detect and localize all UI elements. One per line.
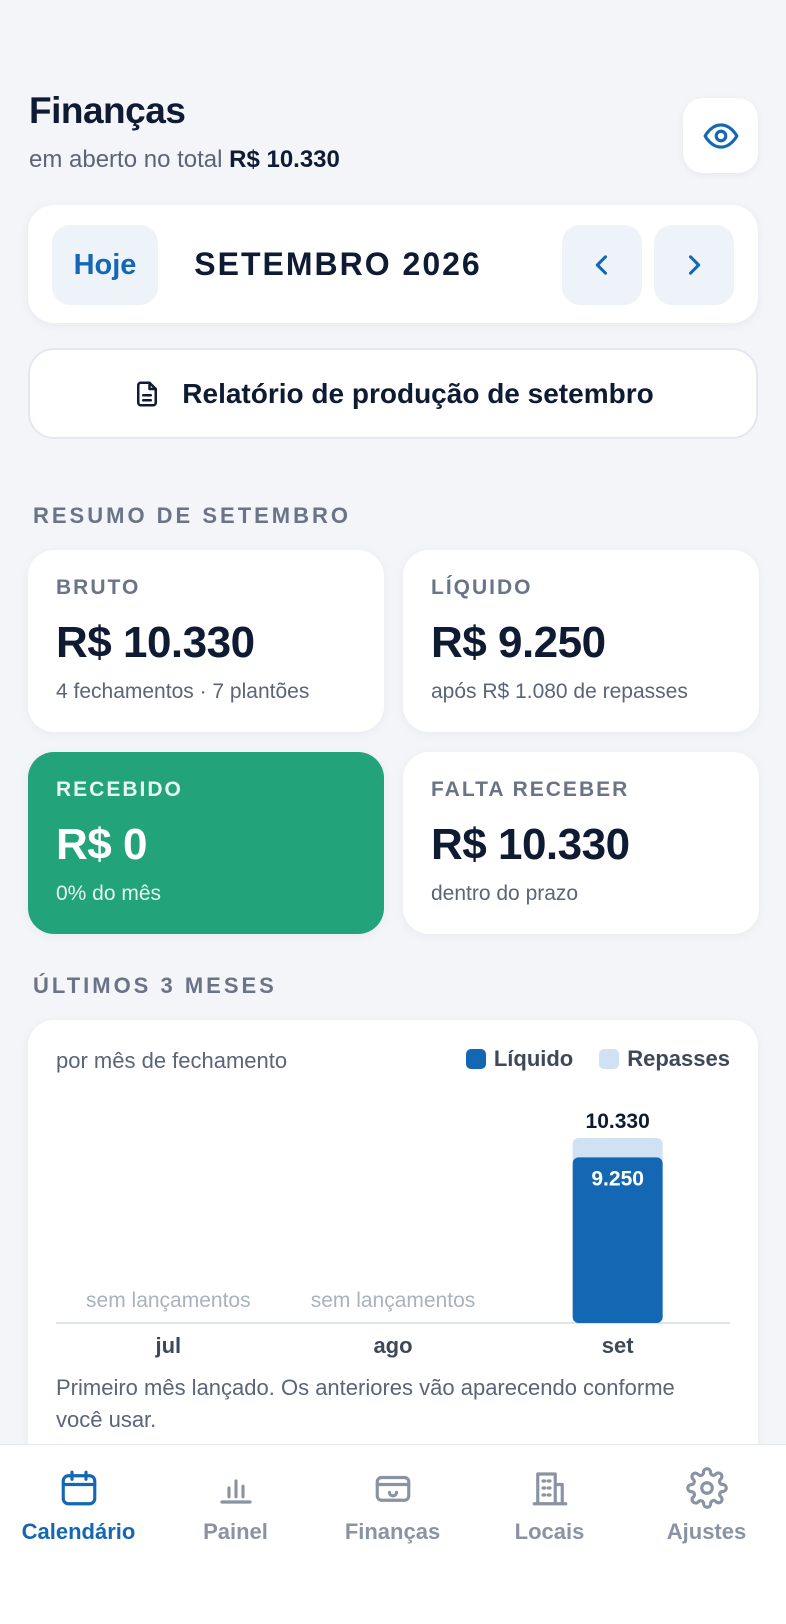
gross-value: R$ 10.330 — [56, 618, 255, 667]
pending-sub: dentro do prazo — [431, 882, 579, 905]
gear-icon — [685, 1467, 728, 1509]
gross-label: BRUTO — [56, 576, 141, 599]
chevron-left-icon — [595, 255, 608, 275]
tab-calendar-label: Calendário — [21, 1519, 136, 1544]
net-value: R$ 9.250 — [431, 618, 606, 667]
history-section-title: ÚLTIMOS 3 MESES — [33, 973, 277, 998]
wallet-icon — [375, 1475, 410, 1502]
chevron-right-icon — [688, 255, 701, 275]
bar-value-label: 9.250 — [591, 1167, 644, 1190]
pending-label: FALTA RECEBER — [431, 778, 630, 801]
tab-dashboard-label: Painel — [203, 1519, 268, 1544]
chart-caption: por mês de fechamento — [56, 1048, 288, 1073]
eye-icon — [703, 122, 738, 149]
legend-swatch-transfers — [599, 1049, 620, 1069]
x-tick-label: jul — [154, 1333, 181, 1358]
next-month-button[interactable] — [654, 225, 734, 305]
tab-finances-label: Finanças — [344, 1519, 441, 1544]
net-sub: após R$ 1.080 de repasses — [431, 680, 688, 703]
legend-label-net: Líquido — [493, 1046, 574, 1071]
empty-month-label: sem lançamentos — [86, 1289, 251, 1312]
tab-dashboard[interactable]: Painel — [157, 1467, 314, 1545]
tab-calendar[interactable]: Calendário — [0, 1467, 157, 1545]
tab-settings[interactable]: Ajustes — [628, 1467, 785, 1545]
legend-label-transfers: Repasses — [627, 1046, 730, 1071]
net-label: LÍQUIDO — [431, 576, 533, 599]
open-total-value: R$ 10.330 — [229, 146, 340, 173]
tab-finances[interactable]: Finanças — [314, 1467, 471, 1545]
received-label: RECEBIDO — [56, 778, 183, 801]
tab-settings-label: Ajustes — [666, 1519, 747, 1544]
summary-section-title: RESUMO DE SETEMBRO — [33, 503, 352, 528]
chart-note: Primeiro mês lançado. Os anteriores vão … — [56, 1375, 675, 1432]
production-report-label: Relatório de produção de setembro — [182, 377, 654, 409]
document-icon — [137, 381, 158, 406]
net-card[interactable]: LÍQUIDO R$ 9.250 após R$ 1.080 de repass… — [403, 550, 759, 732]
production-report-button[interactable]: Relatório de produção de setembro — [28, 348, 758, 439]
pending-card[interactable]: FALTA RECEBER R$ 10.330 dentro do prazo — [403, 752, 759, 934]
legend-item-transfers: Repasses — [599, 1046, 730, 1072]
empty-month-label: sem lançamentos — [311, 1289, 476, 1312]
received-sub: 0% do mês — [56, 882, 162, 905]
page-header: Finanças em aberto no total R$ 10.330 — [29, 90, 340, 174]
tab-places[interactable]: Locais — [471, 1467, 628, 1545]
gross-sub: 4 fechamentos · 7 plantões — [56, 680, 310, 703]
chart-legend: Líquido Repasses — [465, 1046, 730, 1072]
open-total-summary: em aberto no total R$ 10.330 — [29, 146, 340, 174]
bar-total-label: 10.330 — [586, 1110, 650, 1133]
tab-places-label: Locais — [514, 1519, 585, 1544]
gross-card[interactable]: BRUTO R$ 10.330 4 fechamentos · 7 plantõ… — [28, 550, 384, 732]
pending-value: R$ 10.330 — [431, 820, 630, 869]
building-icon — [532, 1472, 567, 1506]
current-month: SETEMBRO 2026 — [194, 245, 482, 282]
history-chart-card: jul sem lançamentos ago sem lançamentos set 9… — [28, 1020, 758, 1450]
today-button[interactable]: Hoje — [52, 225, 158, 305]
x-tick-label: ago — [373, 1333, 412, 1358]
open-total-prefix: em aberto no total — [29, 146, 223, 173]
calendar-icon — [61, 1470, 96, 1506]
bar-chart-icon — [219, 1479, 252, 1504]
legend-swatch-net — [465, 1049, 486, 1069]
x-tick-label: set — [602, 1333, 634, 1358]
received-value: R$ 0 — [56, 820, 147, 869]
toggle-visibility-button[interactable] — [683, 98, 758, 173]
page-title: Finanças — [29, 90, 186, 131]
previous-month-button[interactable] — [562, 225, 642, 305]
received-card[interactable]: RECEBIDO R$ 0 0% do mês — [28, 752, 384, 934]
bottom-tab-bar: Calendário Painel Finanças Locais Ajuste… — [0, 1444, 786, 1624]
month-navigator: Hoje SETEMBRO 2026 — [28, 205, 758, 323]
legend-item-net: Líquido — [465, 1046, 574, 1072]
